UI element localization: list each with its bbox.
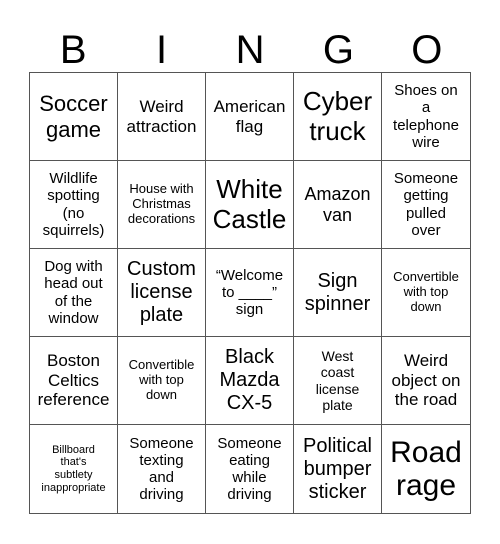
- cell-text: Boston Celtics reference: [37, 351, 110, 410]
- cell-text: West coast license plate: [315, 348, 360, 413]
- cell-text: Convertible with top down: [128, 357, 195, 402]
- bingo-cell[interactable]: Convertible with top down: [382, 249, 470, 337]
- bingo-header: B I N G O: [29, 28, 471, 72]
- bingo-cell[interactable]: American flag: [206, 73, 294, 161]
- cell-text: Cyber truck: [302, 85, 373, 146]
- bingo-cell[interactable]: Dog with head out of the window: [30, 249, 118, 337]
- bingo-cell[interactable]: Custom license plate: [118, 249, 206, 337]
- bingo-cell[interactable]: Road rage: [382, 425, 470, 513]
- bingo-cell[interactable]: Boston Celtics reference: [30, 337, 118, 425]
- bingo-cell[interactable]: Cyber truck: [294, 73, 382, 161]
- bingo-cell[interactable]: Weird attraction: [118, 73, 206, 161]
- header-letter-g: G: [322, 28, 354, 72]
- cell-text: Someone texting and driving: [129, 434, 194, 504]
- bingo-cell[interactable]: Wildlife spotting (no squirrels): [30, 161, 118, 249]
- cell-text: “Welcome to ____” sign: [215, 266, 284, 319]
- bingo-grid: Soccer game Weird attraction American fl…: [29, 72, 471, 514]
- bingo-cell[interactable]: Weird object on the road: [382, 337, 470, 425]
- header-letter-b: B: [59, 28, 87, 72]
- bingo-cell[interactable]: “Welcome to ____” sign: [206, 249, 294, 337]
- bingo-cell[interactable]: White Castle: [206, 161, 294, 249]
- cell-text: Political bumper sticker: [303, 434, 372, 503]
- cell-text: Sign spinner: [304, 269, 371, 315]
- cell-text: American flag: [213, 96, 286, 136]
- bingo-cell[interactable]: Political bumper sticker: [294, 425, 382, 513]
- bingo-cell[interactable]: Someone texting and driving: [118, 425, 206, 513]
- header-letter-i: I: [156, 28, 168, 72]
- cell-text: Soccer game: [39, 91, 108, 142]
- bingo-cell[interactable]: Billboard that's subtlety inappropriate: [30, 425, 118, 513]
- cell-text: House with Christmas decorations: [127, 181, 196, 226]
- bingo-cell[interactable]: Convertible with top down: [118, 337, 206, 425]
- bingo-cell[interactable]: Sign spinner: [294, 249, 382, 337]
- bingo-cell[interactable]: Shoes on a telephone wire: [382, 73, 470, 161]
- bingo-cell[interactable]: West coast license plate: [294, 337, 382, 425]
- cell-text: Someone eating while driving: [217, 434, 282, 504]
- header-letter-o: O: [411, 28, 443, 72]
- cell-text: Amazon van: [304, 183, 371, 225]
- bingo-cell[interactable]: Soccer game: [30, 73, 118, 161]
- cell-text: White Castle: [212, 173, 287, 234]
- cell-text: Weird object on the road: [391, 351, 461, 410]
- bingo-cell[interactable]: House with Christmas decorations: [118, 161, 206, 249]
- cell-text: Black Mazda CX-5: [219, 346, 280, 414]
- header-letter-n: N: [235, 28, 265, 72]
- cell-text: Dog with head out of the window: [44, 258, 103, 327]
- cell-text: Convertible with top down: [393, 269, 459, 314]
- bingo-cell[interactable]: Someone eating while driving: [206, 425, 294, 513]
- bingo-cell[interactable]: Someone getting pulled over: [382, 161, 470, 249]
- cell-text: Road rage: [390, 436, 462, 502]
- bingo-cell[interactable]: Amazon van: [294, 161, 382, 249]
- cell-text: Custom license plate: [127, 258, 196, 326]
- cell-text: Shoes on a telephone wire: [393, 82, 459, 151]
- cell-text: Weird attraction: [126, 96, 197, 136]
- bingo-cell[interactable]: Black Mazda CX-5: [206, 337, 294, 425]
- cell-text: Billboard that's subtlety inappropriate: [41, 443, 106, 494]
- cell-text: Wildlife spotting (no squirrels): [42, 170, 105, 239]
- cell-text: Someone getting pulled over: [393, 170, 459, 239]
